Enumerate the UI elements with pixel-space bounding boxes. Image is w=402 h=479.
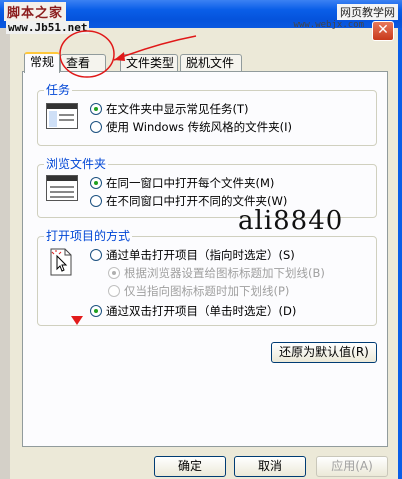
radio-double-click[interactable] xyxy=(90,305,102,317)
option-same-window[interactable]: 在同一窗口中打开每个文件夹(M) xyxy=(90,175,274,191)
tasks-preview-icon xyxy=(46,103,78,129)
group-tasks: 任务 在文件夹中显示常见任务(T) 使用 Windows 传统风格的文件夹(I) xyxy=(37,83,377,146)
left-window-edge xyxy=(0,28,10,479)
option-classic-folders[interactable]: 使用 Windows 传统风格的文件夹(I) xyxy=(90,119,292,135)
red-marker-triangle xyxy=(71,316,83,325)
radio-underline-point[interactable] xyxy=(108,285,120,297)
group-tasks-title: 任务 xyxy=(44,83,73,97)
option-single-click[interactable]: 通过单击打开项目（指向时选定）(S) xyxy=(90,247,295,263)
browse-preview-icon xyxy=(46,175,78,201)
radio-classic-folders[interactable] xyxy=(90,121,102,133)
watermark-top-left: 脚本之家 xyxy=(4,2,67,21)
tab-file-types[interactable]: 文件类型 xyxy=(120,54,178,72)
option-double-click-label: 通过双击打开项目（单击时选定）(D) xyxy=(106,304,297,318)
option-single-click-label: 通过单击打开项目（指向时选定）(S) xyxy=(106,248,295,262)
radio-show-common-tasks[interactable] xyxy=(90,103,102,115)
tab-offline-files[interactable]: 脱机文件 xyxy=(180,54,242,72)
option-classic-folders-label: 使用 Windows 传统风格的文件夹(I) xyxy=(106,120,293,134)
group-open-items-title: 打开项目的方式 xyxy=(44,229,133,243)
tab-panel-general: 任务 在文件夹中显示常见任务(T) 使用 Windows 传统风格的文件夹(I)… xyxy=(22,71,388,447)
pointer-click-icon xyxy=(48,247,74,277)
radio-underline-browser[interactable] xyxy=(108,267,120,279)
option-same-window-label: 在同一窗口中打开每个文件夹(M) xyxy=(106,176,275,190)
tab-general[interactable]: 常规 xyxy=(24,52,60,73)
option-underline-browser[interactable]: 根据浏览器设置给图标标题加下划线(B) xyxy=(108,265,325,281)
group-open-items: 打开项目的方式 通过单击打开项目（指向时选定）(S) 根据浏览器设置给图标标题加… xyxy=(37,229,377,326)
cancel-button[interactable]: 取消 xyxy=(234,456,306,477)
option-double-click[interactable]: 通过双击打开项目（单击时选定）(D) xyxy=(90,303,296,319)
radio-separate-window[interactable] xyxy=(90,195,102,207)
group-browse-folders-title: 浏览文件夹 xyxy=(44,157,109,171)
ok-button[interactable]: 确定 xyxy=(154,456,226,477)
watermark-top-right: 网页教学网 xyxy=(337,4,398,20)
option-underline-point-label: 仅当指向图标标题时加下划线(P) xyxy=(124,284,290,298)
radio-single-click[interactable] xyxy=(90,249,102,261)
watermark-site: www.Jb51.net xyxy=(6,21,90,34)
watermark-site-right: www.webjx.com xyxy=(293,20,364,30)
option-underline-point[interactable]: 仅当指向图标标题时加下划线(P) xyxy=(108,283,289,299)
close-button[interactable]: ✕ xyxy=(372,21,394,41)
apply-button[interactable]: 应用(A) xyxy=(316,456,388,477)
option-show-common-tasks-label: 在文件夹中显示常见任务(T) xyxy=(106,102,249,116)
option-underline-browser-label: 根据浏览器设置给图标标题加下划线(B) xyxy=(124,266,325,280)
watermark-handle: ali8840 xyxy=(238,206,344,236)
tab-view[interactable]: 查看 xyxy=(60,54,106,72)
option-show-common-tasks[interactable]: 在文件夹中显示常见任务(T) xyxy=(90,101,249,117)
restore-defaults-button[interactable]: 还原为默认值(R) xyxy=(271,342,377,363)
radio-same-window[interactable] xyxy=(90,177,102,189)
